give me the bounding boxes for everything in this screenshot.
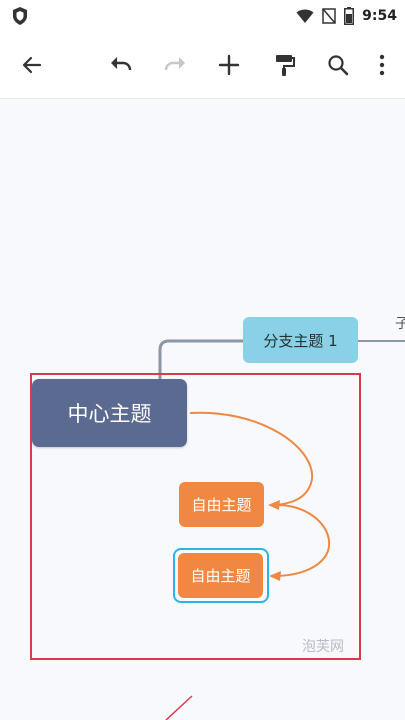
toolbar [0, 32, 405, 99]
battery-icon [344, 7, 355, 25]
branch-topic-label: 分支主题 1 [263, 331, 338, 350]
clock: 9:54 [362, 8, 397, 24]
back-icon [22, 56, 42, 74]
undo-icon [111, 57, 132, 71]
format-paint-button[interactable] [268, 49, 300, 81]
back-button[interactable] [16, 49, 48, 81]
redo-icon [164, 57, 185, 71]
redo-button[interactable] [159, 49, 191, 81]
search-button[interactable] [322, 49, 354, 81]
wifi-icon [296, 9, 314, 23]
status-bar: 9:54 [0, 0, 405, 32]
annotation-stroke [165, 695, 193, 720]
more-button[interactable] [366, 49, 398, 81]
signal-off-icon [322, 8, 336, 24]
shield-icon [13, 7, 27, 25]
more-vert-icon [379, 54, 385, 76]
mindmap-canvas[interactable]: 中心主题 分支主题 1 子 自由主题 自由主题 泡芙网 [0, 99, 405, 720]
watermark: 泡芙网 [302, 639, 344, 655]
undo-button[interactable] [105, 49, 137, 81]
add-icon [218, 54, 240, 76]
format-paint-icon [276, 55, 295, 76]
highlight-box [30, 373, 361, 660]
branch-topic-node[interactable]: 分支主题 1 [243, 317, 358, 363]
subtopic-label-cut-off[interactable]: 子 [395, 313, 405, 333]
add-button[interactable] [213, 49, 245, 81]
search-icon [328, 55, 349, 76]
